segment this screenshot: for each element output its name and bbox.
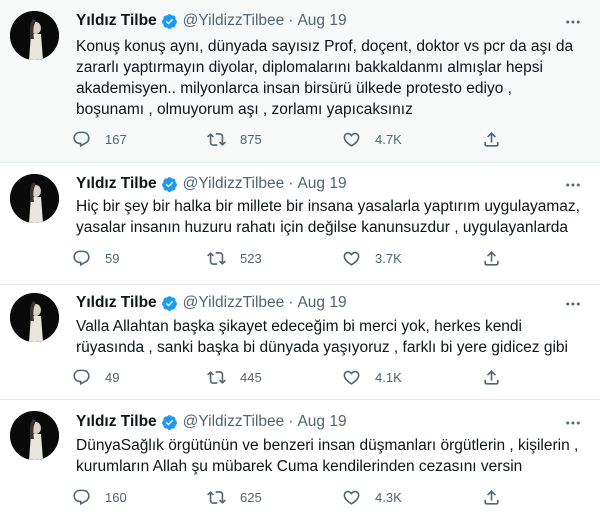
tweet-date[interactable]: Aug 19: [297, 294, 346, 312]
verified-badge-icon: [161, 295, 178, 312]
share-button[interactable]: [482, 486, 515, 508]
avatar[interactable]: [10, 11, 59, 60]
verified-badge-icon: [161, 13, 178, 30]
reply-icon: [73, 489, 90, 505]
user-handle[interactable]: @YildizzTilbee: [183, 175, 285, 193]
avatar[interactable]: [10, 411, 59, 460]
tweet-actions: 167 875 4.7K: [72, 128, 512, 150]
retweet-count: 523: [240, 250, 262, 266]
reply-button[interactable]: 160: [72, 486, 127, 508]
retweet-button[interactable]: 875: [207, 128, 262, 150]
tweet-actions: 49 445 4.1K: [72, 366, 512, 388]
like-count: 4.3K: [375, 489, 402, 505]
more-icon[interactable]: [564, 176, 582, 194]
more-icon[interactable]: [564, 13, 582, 31]
tweet-date[interactable]: Aug 19: [297, 413, 346, 431]
display-name[interactable]: Yıldız Tilbe: [76, 413, 157, 431]
avatar[interactable]: [10, 293, 59, 342]
reply-icon: [73, 131, 90, 147]
like-count: 3.7K: [375, 250, 402, 266]
tweet[interactable]: Yıldız Tilbe @YildizzTilbee · Aug 19 Hiç…: [0, 163, 600, 285]
retweet-icon: [207, 132, 226, 146]
user-handle[interactable]: @YildizzTilbee: [183, 294, 285, 312]
tweet-text: Hiç bir şey bir halka bir millete bir in…: [76, 198, 580, 236]
like-icon: [343, 370, 360, 385]
verified-badge-icon: [161, 176, 178, 193]
reply-button[interactable]: 167: [72, 128, 127, 150]
tweet-text: Konuş konuş aynı, dünyada sayısız Prof, …: [76, 38, 574, 118]
more-icon[interactable]: [564, 414, 582, 432]
retweet-count: 625: [240, 489, 262, 505]
tweet-feed: Yıldız Tilbe @YildizzTilbee · Aug 19 Kon…: [0, 0, 600, 517]
separator-dot: ·: [288, 294, 294, 311]
more-icon[interactable]: [564, 295, 582, 313]
display-name[interactable]: Yıldız Tilbe: [76, 294, 157, 312]
user-handle[interactable]: @YildizzTilbee: [183, 413, 285, 431]
like-icon: [343, 132, 360, 147]
separator-dot: ·: [288, 12, 294, 29]
tweet-header: Yıldız Tilbe @YildizzTilbee · Aug 19: [76, 293, 347, 313]
like-count: 4.7K: [375, 131, 402, 147]
retweet-button[interactable]: 625: [207, 486, 262, 508]
share-button[interactable]: [482, 366, 515, 388]
separator-dot: ·: [288, 175, 294, 192]
tweet-header: Yıldız Tilbe @YildizzTilbee · Aug 19: [76, 412, 347, 432]
retweet-count: 875: [240, 131, 262, 147]
share-icon: [484, 250, 499, 266]
tweet[interactable]: Yıldız Tilbe @YildizzTilbee · Aug 19 Dün…: [0, 400, 600, 517]
retweet-button[interactable]: 445: [207, 366, 262, 388]
share-button[interactable]: [482, 247, 515, 269]
display-name[interactable]: Yıldız Tilbe: [76, 175, 157, 193]
tweet-header: Yıldız Tilbe @YildizzTilbee · Aug 19: [76, 174, 347, 194]
reply-icon: [73, 250, 90, 266]
like-icon: [343, 251, 360, 266]
display-name[interactable]: Yıldız Tilbe: [76, 12, 157, 30]
verified-badge-icon: [161, 414, 178, 431]
tweet-text: Valla Allahtan başka şikayet edeceğim bi…: [76, 318, 568, 356]
tweet[interactable]: Yıldız Tilbe @YildizzTilbee · Aug 19 Kon…: [0, 0, 600, 163]
tweet-date[interactable]: Aug 19: [297, 12, 346, 30]
like-button[interactable]: 4.1K: [342, 366, 402, 388]
reply-count: 167: [105, 131, 127, 147]
like-icon: [343, 490, 360, 505]
retweet-count: 445: [240, 369, 262, 385]
reply-count: 49: [105, 369, 120, 385]
reply-count: 59: [105, 250, 120, 266]
reply-button[interactable]: 49: [72, 366, 119, 388]
tweet-actions: 59 523 3.7K: [72, 247, 512, 269]
tweet[interactable]: Yıldız Tilbe @YildizzTilbee · Aug 19 Val…: [0, 285, 600, 400]
share-icon: [484, 369, 499, 385]
user-handle[interactable]: @YildizzTilbee: [183, 12, 285, 30]
avatar[interactable]: [10, 174, 59, 223]
separator-dot: ·: [288, 413, 294, 430]
like-button[interactable]: 3.7K: [342, 247, 402, 269]
retweet-icon: [207, 251, 226, 265]
like-button[interactable]: 4.7K: [342, 128, 402, 150]
reply-icon: [73, 369, 90, 385]
tweet-header: Yıldız Tilbe @YildizzTilbee · Aug 19: [76, 11, 347, 31]
retweet-icon: [207, 490, 226, 504]
like-button[interactable]: 4.3K: [342, 486, 402, 508]
tweet-actions: 160 625 4.3K: [72, 486, 512, 508]
retweet-button[interactable]: 523: [207, 247, 262, 269]
retweet-icon: [207, 370, 226, 384]
share-icon: [484, 131, 499, 147]
reply-count: 160: [105, 489, 127, 505]
tweet-text: DünyaSağlık örgütünün ve benzeri insan d…: [76, 437, 579, 475]
share-icon: [484, 489, 499, 505]
like-count: 4.1K: [375, 369, 402, 385]
reply-button[interactable]: 59: [72, 247, 119, 269]
share-button[interactable]: [482, 128, 515, 150]
tweet-date[interactable]: Aug 19: [297, 175, 346, 193]
